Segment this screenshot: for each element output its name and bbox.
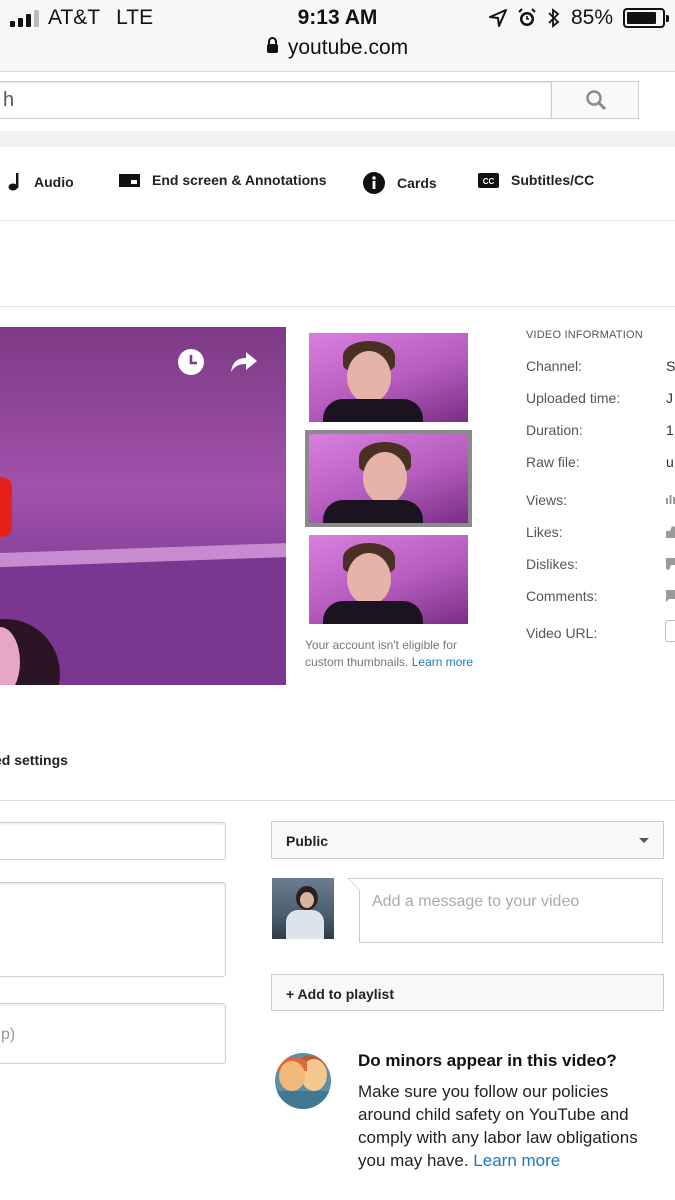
music-note-icon — [8, 173, 19, 191]
video-url-field[interactable] — [665, 620, 675, 642]
thumbnail-option-1[interactable] — [309, 333, 468, 422]
url-text: youtube.com — [287, 36, 409, 59]
section-divider — [0, 800, 675, 801]
info-value-duration: 1 — [666, 422, 674, 438]
thumbnail-option-2[interactable] — [305, 430, 472, 527]
info-label-duration: Duration: — [526, 422, 583, 438]
end-screen-icon — [119, 173, 140, 187]
location-arrow-icon — [488, 9, 507, 27]
privacy-select[interactable]: Public — [271, 821, 664, 859]
info-label-video-url: Video URL: — [526, 625, 598, 641]
title-input[interactable] — [0, 822, 226, 860]
tab-audio[interactable]: Audio — [8, 172, 74, 192]
tab-subtitles[interactable]: CC Subtitles/CC — [478, 172, 594, 188]
info-value-channel[interactable]: S — [666, 358, 675, 374]
battery-percent: 85% — [570, 6, 613, 29]
message-input[interactable]: Add a message to your video — [347, 878, 663, 943]
ios-status-bar: AT&T LTE 9:13 AM 85% youtube.com — [0, 0, 675, 72]
thumbnail-option-3[interactable] — [309, 535, 468, 624]
chevron-down-icon — [639, 838, 649, 843]
info-label-views: Views: — [526, 492, 567, 508]
description-input[interactable] — [0, 882, 226, 977]
thumbnail-learn-more-link[interactable]: Learn more — [412, 655, 473, 669]
info-label-raw-file: Raw file: — [526, 454, 580, 470]
address-bar[interactable]: youtube.com — [0, 36, 675, 60]
search-input[interactable]: h — [0, 81, 552, 119]
tab-label: Subtitles/CC — [511, 172, 595, 188]
tab-label: Cards — [397, 175, 437, 191]
comment-icon — [666, 590, 675, 602]
info-icon — [363, 172, 385, 194]
minors-learn-more-link[interactable]: Learn more — [473, 1151, 560, 1170]
info-value-raw-file: u — [666, 454, 674, 470]
header-divider — [0, 131, 675, 147]
minors-text: Make sure you follow our policies around… — [358, 1080, 658, 1172]
tags-input-text: p) — [1, 1026, 16, 1043]
avatar — [272, 878, 334, 939]
info-label-dislikes: Dislikes: — [526, 556, 579, 572]
dislike-icon — [666, 558, 675, 570]
info-label-channel: Channel: — [526, 358, 583, 374]
video-information-heading: VIDEO INFORMATION — [526, 329, 643, 341]
share-icon[interactable] — [230, 350, 258, 374]
status-icons: 85% — [488, 6, 669, 30]
views-bar-icon — [666, 495, 675, 504]
lock-icon — [266, 37, 278, 53]
like-icon — [666, 526, 675, 538]
info-label-likes: Likes: — [526, 524, 563, 540]
cc-icon: CC — [478, 172, 499, 188]
privacy-value: Public — [286, 833, 329, 849]
svg-text:CC: CC — [483, 177, 495, 186]
advanced-settings-tab[interactable]: ed settings — [0, 752, 68, 768]
thumbnail-note: Your account isn't eligible for custom t… — [305, 637, 485, 671]
play-button[interactable] — [0, 477, 12, 537]
minors-heading: Do minors appear in this video? — [358, 1051, 617, 1070]
tags-input[interactable]: p) — [0, 1003, 226, 1064]
tab-end-screen[interactable]: End screen & Annotations — [119, 172, 327, 188]
message-placeholder: Add a message to your video — [372, 893, 580, 910]
video-preview[interactable] — [0, 327, 286, 685]
info-value-uploaded: J — [666, 390, 673, 406]
info-label-comments: Comments: — [526, 588, 598, 604]
add-to-playlist-button[interactable]: + Add to playlist — [271, 974, 664, 1011]
tab-label: End screen & Annotations — [152, 172, 327, 188]
tab-cards[interactable]: Cards — [363, 172, 437, 194]
children-icon — [275, 1053, 331, 1109]
battery-icon — [623, 8, 669, 28]
bluetooth-icon — [548, 8, 560, 28]
info-label-uploaded: Uploaded time: — [526, 390, 621, 406]
section-divider — [0, 306, 675, 307]
search-icon — [586, 90, 607, 111]
alarm-icon — [518, 8, 536, 26]
watch-later-icon[interactable] — [177, 348, 205, 376]
search-button[interactable] — [551, 81, 639, 119]
add-to-playlist-label: + Add to playlist — [286, 986, 394, 1002]
search-input-value: h — [3, 89, 15, 111]
tab-label: Audio — [34, 174, 74, 190]
